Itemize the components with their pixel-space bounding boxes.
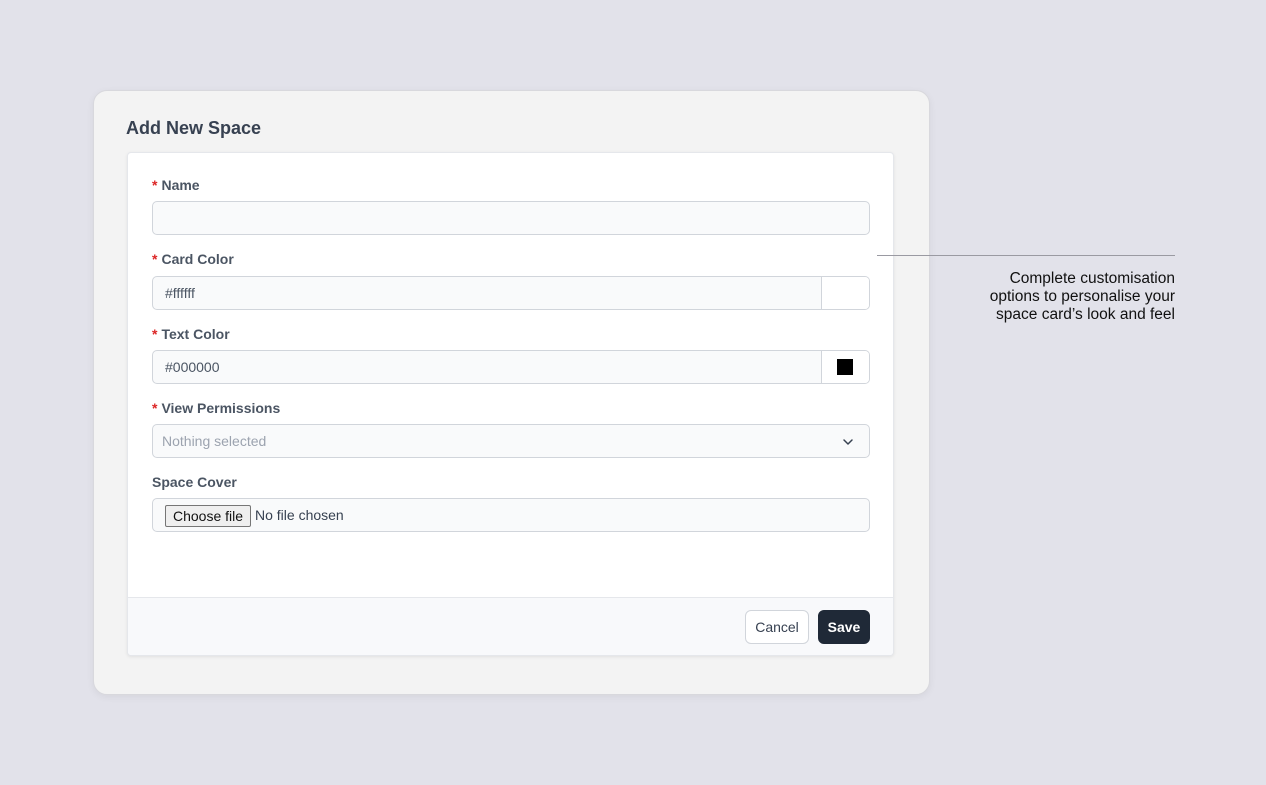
text-color-label-text: Text Color — [161, 326, 230, 342]
view-permissions-label-text: View Permissions — [161, 400, 281, 416]
card-color-field — [152, 276, 870, 310]
view-permissions-select[interactable]: Nothing selected — [152, 424, 870, 458]
name-label: * Name — [152, 177, 200, 193]
text-color-swatch — [837, 359, 853, 375]
callout-line-1: Complete customisation — [1009, 270, 1175, 287]
text-color-input[interactable] — [153, 351, 823, 383]
callout-line-3: space card’s look and feel — [996, 306, 1175, 323]
name-label-text: Name — [161, 177, 200, 193]
modal-title: Add New Space — [126, 118, 262, 138]
space-cover-file-input: Choose file No file chosen — [152, 498, 870, 532]
modal-footer: Cancel Save — [128, 597, 893, 655]
chevron-down-icon — [843, 439, 853, 445]
callout-line — [877, 255, 1175, 256]
required-marker: * — [152, 326, 158, 342]
file-status: No file chosen — [255, 507, 344, 523]
card-color-input[interactable] — [153, 277, 823, 309]
view-permissions-label: * View Permissions — [152, 400, 280, 416]
name-input[interactable] — [152, 201, 870, 235]
text-color-picker[interactable] — [821, 351, 869, 383]
card-color-label: * Card Color — [152, 251, 234, 267]
card-color-label-text: Card Color — [161, 251, 234, 267]
required-marker: * — [152, 400, 158, 416]
required-marker: * — [152, 251, 158, 267]
required-marker: * — [152, 177, 158, 193]
space-cover-label-text: Space Cover — [152, 474, 237, 490]
text-color-field — [152, 350, 870, 384]
text-color-label: * Text Color — [152, 326, 230, 342]
view-permissions-placeholder: Nothing selected — [162, 433, 267, 449]
callout-line-2: options to personalise your — [989, 288, 1175, 305]
add-space-modal: Add New Space *Name *Card Color *Text Co… — [93, 90, 930, 695]
card-color-picker[interactable] — [821, 277, 869, 309]
callout-text: Complete customisation options to person… — [955, 270, 1175, 324]
cancel-button[interactable]: Cancel — [745, 610, 809, 644]
save-button[interactable]: Save — [818, 610, 870, 644]
space-cover-label: Space Cover — [152, 474, 237, 490]
form-card: *Name *Card Color *Text Color *View Perm… — [127, 152, 894, 656]
choose-file-button[interactable]: Choose file — [165, 505, 252, 527]
card-color-swatch — [837, 285, 853, 301]
